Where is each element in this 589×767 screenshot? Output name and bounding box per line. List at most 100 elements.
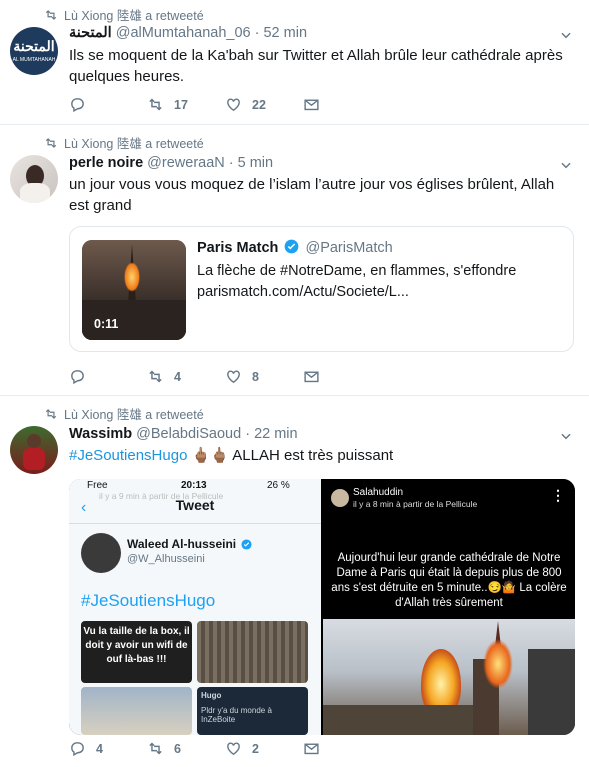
retweet-label: Lù Xiong 陸雄 a retweeté	[64, 9, 204, 23]
link-card[interactable]: 0:11 Paris Match @ParisMatch La flèche d…	[69, 226, 574, 352]
message-icon	[304, 743, 319, 755]
retweet-label: Lù Xiong 陸雄 a retweeté	[64, 137, 204, 151]
media-image-right[interactable]: Salahuddin il y a 8 min à partir de la P…	[323, 479, 575, 735]
message-button[interactable]	[303, 368, 381, 385]
retweet-context: Lù Xiong 陸雄 a retweeté	[44, 5, 204, 24]
user-handle[interactable]: @alMumtahanah_06	[116, 25, 251, 41]
avatar[interactable]	[10, 155, 58, 203]
like-count: 8	[252, 369, 259, 384]
tweet-actions: 17 22	[69, 96, 381, 113]
story-caption: Aujourd'hui leur grande cathédrale de No…	[331, 552, 567, 609]
retweet-icon	[45, 9, 57, 20]
avatar-text: AL MUMTAHANAH	[12, 57, 56, 63]
embedded-image-kaaba	[197, 621, 308, 683]
reply-button[interactable]	[69, 368, 147, 385]
chevron-down-icon[interactable]	[559, 429, 573, 443]
retweet-icon	[149, 370, 162, 383]
verified-icon	[241, 539, 253, 550]
embedded-handle: @W_Alhusseini	[127, 553, 205, 565]
reply-button[interactable]	[69, 96, 147, 113]
embedded-reply: Hugo Pldr y'a du monde à InZeBoite	[197, 687, 308, 735]
video-thumbnail[interactable]: 0:11	[82, 240, 186, 340]
avatar	[81, 533, 121, 573]
reply-icon	[71, 742, 84, 757]
like-icon	[227, 742, 240, 756]
status-battery: 26 %	[267, 480, 290, 491]
story-subtitle: il y a 8 min à partir de la Pellicule	[353, 499, 478, 509]
retweet-context: Lù Xiong 陸雄 a retweeté	[44, 133, 204, 152]
chevron-down-icon[interactable]	[559, 28, 573, 42]
retweet-icon	[149, 98, 162, 111]
like-icon	[227, 98, 240, 112]
chevron-down-icon[interactable]	[559, 158, 573, 172]
display-name[interactable]: Wassimb	[69, 426, 132, 442]
tweet[interactable]: Lù Xiong 陸雄 a retweeté perle noire @rewe…	[0, 125, 589, 396]
retweet-count: 4	[174, 369, 181, 384]
like-icon	[227, 370, 240, 384]
like-count: 2	[252, 741, 259, 756]
avatar[interactable]: المتحنة AL MUMTAHANAH	[10, 27, 58, 75]
timestamp[interactable]: · 5 min	[229, 155, 273, 171]
message-icon	[304, 99, 319, 111]
screen-title: Tweet	[175, 497, 215, 513]
retweet-icon	[45, 408, 57, 419]
status-time: 20:13	[181, 480, 207, 491]
status-carrier: Free	[87, 480, 108, 491]
timestamp[interactable]: · 22 min	[245, 426, 297, 442]
retweet-button[interactable]: 17	[147, 96, 225, 113]
retweet-button[interactable]: 4	[147, 368, 225, 385]
tweet-text-rest: ALLAH est très puissant	[228, 447, 394, 464]
avatar	[331, 489, 349, 507]
card-link[interactable]: parismatch.com/Actu/Societe/L...	[197, 282, 567, 303]
divider	[69, 523, 321, 524]
retweet-context: Lù Xiong 陸雄 a retweeté	[44, 404, 204, 423]
emoji: 🖕🏽🖕🏽	[191, 447, 229, 464]
tweet-header: Wassimb @BelabdiSaoud · 22 min	[69, 426, 298, 442]
like-button[interactable]: 8	[225, 368, 303, 385]
embedded-reply-text: Pldr y'a du monde à InZeBoite	[201, 706, 272, 724]
card-handle: @ParisMatch	[305, 240, 393, 256]
embedded-reply-name: Hugo	[201, 691, 222, 700]
user-handle[interactable]: @BelabdiSaoud	[136, 426, 241, 442]
retweet-icon	[149, 742, 162, 755]
media-image-left[interactable]: Free 20:13 26 % il y a 9 min à partir de…	[69, 479, 321, 735]
tweet[interactable]: Lù Xiong 陸雄 a retweeté Wassimb @BelabdiS…	[0, 396, 589, 767]
embedded-image-crowd	[81, 687, 192, 735]
embedded-name: Waleed Al-husseini	[127, 537, 254, 551]
timestamp[interactable]: · 52 min	[255, 25, 307, 41]
message-button[interactable]	[303, 96, 381, 113]
tweet-text: un jour vous vous moquez de l’islam l’au…	[69, 176, 555, 214]
reply-icon	[71, 370, 84, 385]
reply-icon	[71, 98, 84, 113]
like-button[interactable]: 22	[225, 96, 303, 113]
retweet-count: 6	[174, 741, 181, 756]
cathedral-fire-photo	[323, 619, 575, 735]
tweet-header: المتحنة @alMumtahanah_06 · 52 min	[69, 25, 307, 41]
message-button[interactable]	[303, 740, 381, 757]
video-duration: 0:11	[94, 317, 119, 331]
tweet-actions: 4 6 2	[69, 740, 381, 757]
media-grid[interactable]: Free 20:13 26 % il y a 9 min à partir de…	[69, 479, 575, 735]
retweet-label: Lù Xiong 陸雄 a retweeté	[64, 408, 204, 422]
like-button[interactable]: 2	[225, 740, 303, 757]
avatar[interactable]	[10, 426, 58, 474]
card-name: Paris Match	[197, 240, 279, 256]
tweet-actions: 4 8	[69, 368, 381, 385]
tweet-text: #JeSoutiensHugo 🖕🏽🖕🏽 ALLAH est très puis…	[69, 445, 564, 466]
tweet-text: Ils se moquent de la Ka'bah sur Twitter …	[69, 47, 563, 85]
tweet-header: perle noire @reweraaN · 5 min	[69, 155, 273, 171]
display-name[interactable]: المتحنة	[69, 25, 112, 41]
user-handle[interactable]: @reweraaN	[147, 155, 225, 171]
retweet-icon	[45, 137, 57, 148]
like-count: 22	[252, 97, 266, 112]
display-name[interactable]: perle noire	[69, 155, 143, 171]
retweet-button[interactable]: 6	[147, 740, 225, 757]
card-description: La flèche de #NotreDame, en flammes, s'e…	[197, 261, 567, 303]
reply-button[interactable]: 4	[69, 740, 147, 757]
tweet[interactable]: Lù Xiong 陸雄 a retweeté المتحنة AL MUMTAH…	[0, 0, 589, 125]
card-desc-text: La flèche de #NotreDame, en flammes, s'e…	[197, 263, 517, 279]
reply-count: 4	[96, 741, 103, 756]
story-name: Salahuddin	[353, 487, 404, 498]
message-icon	[304, 371, 319, 383]
hashtag-link[interactable]: #JeSoutiensHugo	[69, 447, 187, 464]
